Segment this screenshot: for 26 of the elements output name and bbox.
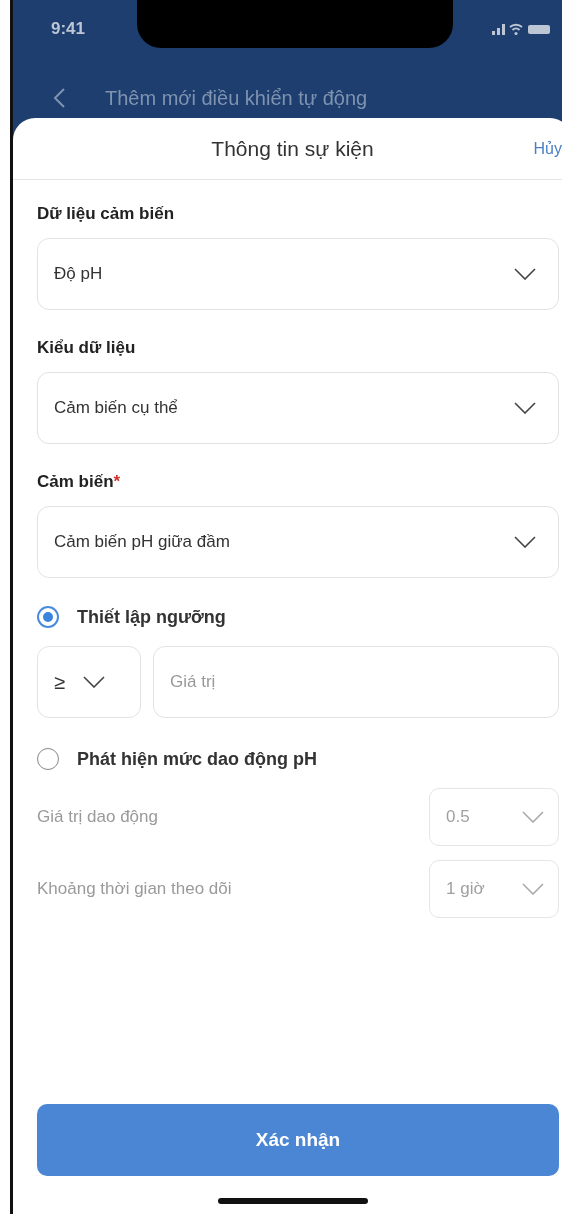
- chevron-down-icon: [522, 883, 544, 895]
- dropdown[interactable]: Độ pH: [37, 238, 559, 310]
- chevron-down-icon: [514, 402, 536, 414]
- option-label: Thiết lập ngưỡng: [77, 606, 226, 628]
- field-label: Dữ liệu cảm biến: [37, 204, 175, 224]
- chevron-down-icon: [522, 811, 544, 823]
- field-label: Kiểu dữ liệu: [37, 338, 137, 358]
- sheet-title: Thông tin sự kiện: [211, 136, 374, 161]
- chevron-down-icon: [514, 536, 536, 548]
- field-label: Cảm biến*: [37, 472, 122, 492]
- operator-dropdown[interactable]: ≥: [37, 646, 141, 718]
- status-time: 9:41: [51, 19, 86, 39]
- back-icon[interactable]: [53, 88, 65, 108]
- dropdown[interactable]: Cảm biến pH giữa đầm: [37, 506, 559, 578]
- option-label: Phát hiện mức dao động pH: [77, 748, 318, 770]
- radio-button[interactable]: [37, 606, 59, 628]
- cancel-button[interactable]: Hủy: [533, 139, 562, 158]
- setting-label: Giá trị dao động: [37, 807, 158, 827]
- page-title: Thêm mới điều khiển tự động: [105, 88, 368, 108]
- chevron-down-icon: [83, 676, 105, 688]
- setting-label: Khoảng thời gian theo dõi: [37, 879, 232, 899]
- chevron-down-icon: [514, 268, 536, 280]
- dropdown[interactable]: Cảm biến cụ thể: [37, 372, 559, 444]
- value-input[interactable]: Giá trị: [153, 646, 559, 718]
- status-icons: [492, 22, 552, 36]
- confirm-button[interactable]: Xác nhận: [37, 1104, 559, 1176]
